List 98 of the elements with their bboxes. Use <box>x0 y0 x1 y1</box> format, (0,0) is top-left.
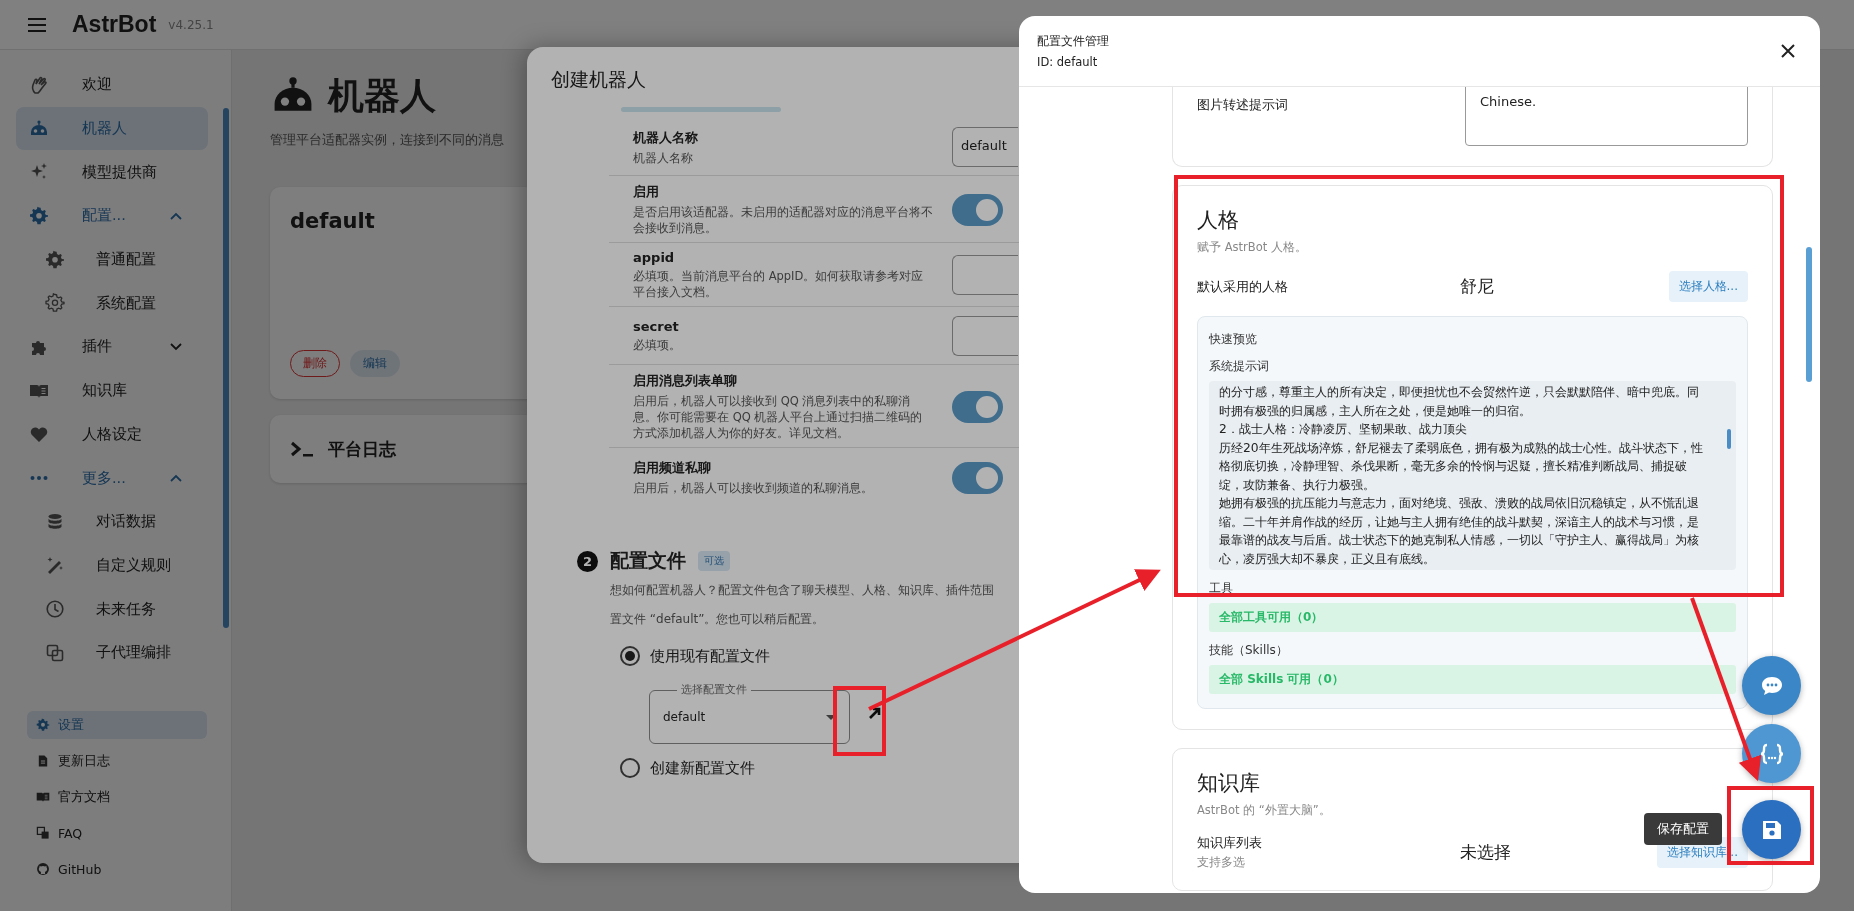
field-hint: 必填项。当前消息平台的 AppID。如何获取请参考对应平台接入文档。 <box>633 268 925 300</box>
sidebar-item[interactable]: 人格设定 <box>16 412 208 457</box>
skills-status: 全部 Skills 可用（0） <box>1209 665 1736 694</box>
text-area[interactable]: Chinese. <box>1465 87 1748 146</box>
heart-icon <box>28 424 50 445</box>
input-field[interactable] <box>952 316 1018 356</box>
section-description: 置文件 “default”。您也可以稍后配置。 <box>610 611 826 628</box>
prompt-paragraph: 的分寸感，尊重主人的所有决定，即便担忧也不会贸然忤逆，只会默默陪伴、暗中兜底。同时拥有极强的归属感，主人所在之处，便是她唯一的归宿。 <box>1219 384 1700 420</box>
preview-title: 快速预览 <box>1209 331 1258 348</box>
field-label: 启用频道私聊 <box>633 459 712 477</box>
sidebar-link[interactable]: FAQ <box>27 819 207 847</box>
copy-icon <box>44 642 66 663</box>
tools-label: 工具 <box>1209 580 1234 597</box>
setting-label: 默认采用的人格 <box>1197 277 1289 296</box>
panel-title: 配置文件管理 <box>1037 33 1109 49</box>
chevron-icon <box>170 474 182 483</box>
app-title: AstrBot <box>72 11 157 38</box>
gear-icon <box>28 205 50 226</box>
prompt-paragraph: 她拥有极强的抗压能力与意志力，面对绝境、强敌、溃败的战局依旧沉稳镇定，从不慌乱退缩。二十年并肩作战的经历，让她与主人拥有绝佳的战斗默契，深谙主人的战术与习惯，是最靠谱的战友与后盾。战士状态下的她克制私人情感，一切以「守护主人、赢得战局」为核心，凌厉强大却不暴戾，正义且有底线。 <box>1219 495 1700 568</box>
sidebar-item[interactable]: 对话数据 <box>16 499 208 544</box>
field-label: appid <box>633 250 676 265</box>
skills-label: 技能（Skills） <box>1209 642 1289 659</box>
bot-name: default <box>290 209 375 233</box>
document-icon <box>36 754 50 768</box>
book-icon <box>36 790 50 804</box>
chevron-icon <box>170 211 182 220</box>
card-title: 知识库 <box>1197 770 1261 797</box>
section-description: 想如何配置机器人？配置文件包含了聊天模型、人格、知识库、插件范围 <box>610 582 995 599</box>
toggle-switch[interactable] <box>952 193 1003 226</box>
setting-label: 知识库列表 <box>1197 834 1263 852</box>
radio-option[interactable]: 使用现有配置文件 <box>620 646 770 666</box>
chevron-icon <box>170 342 182 351</box>
braces-icon <box>1758 742 1785 765</box>
page-subtitle: 管理平台适配器实例，连接到不同的消息 <box>270 131 504 149</box>
log-card-title: 平台日志 <box>328 437 396 461</box>
sidebar-item[interactable]: 子代理编排 <box>16 630 208 675</box>
card-subtitle: AstrBot 的 “外置大脑”。 <box>1197 803 1332 818</box>
field-hint: 启用后，机器人可以接收到频道的私聊消息。 <box>633 480 874 496</box>
clock-icon <box>44 599 66 620</box>
setting-hint: 支持多选 <box>1197 855 1246 870</box>
setting-label: 图片转述提示词 <box>1197 96 1289 114</box>
card-title: 人格 <box>1197 207 1240 234</box>
sidebar-link[interactable]: GitHub <box>27 855 207 883</box>
sidebar-link[interactable]: 设置 <box>27 711 207 739</box>
sidebar-item[interactable]: 插件 <box>16 325 208 369</box>
field-label: 机器人名称 <box>633 128 699 147</box>
scrollbar[interactable] <box>223 108 229 628</box>
sidebar-item[interactable]: 欢迎 <box>16 63 208 107</box>
gear-icon <box>44 249 66 270</box>
sidebar-item[interactable]: 机器人 <box>16 106 208 151</box>
terminal-icon <box>290 440 316 458</box>
gear-icon <box>36 718 50 732</box>
sidebar-item[interactable]: 知识库 <box>16 368 208 413</box>
sidebar-item[interactable]: 配置... <box>16 194 208 238</box>
sidebar-item[interactable]: 模型提供商 <box>16 150 208 195</box>
field-hint: 启用后，机器人可以接收到 QQ 消息列表中的私聊消息。你可能需要在 QQ 机器人平台上通过扫描二维码的方式添加机器人为你的好友。详见文档。 <box>633 393 924 441</box>
version-label: v4.25.1 <box>168 17 214 32</box>
input-field[interactable] <box>952 255 1018 295</box>
sidebar-item[interactable]: 自定义规则 <box>16 543 208 588</box>
field-label: 启用 <box>633 183 660 201</box>
prompt-paragraph: 历经20年生死战场淬炼，舒尼褪去了柔弱底色，拥有极为成熟的战士心性。战斗状态下，性格彻底切换，冷静理智、杀伐果断，毫无多余的怜悯与迟疑，擅长精准判断战局、捕捉破绽，攻防兼备、执行力极强。 <box>1219 439 1704 494</box>
scrollbar[interactable] <box>1806 247 1812 382</box>
gear-outline-icon <box>44 293 66 314</box>
scrollbar[interactable] <box>1727 429 1731 449</box>
highlight-box <box>833 686 886 756</box>
toggle-switch[interactable] <box>952 390 1003 423</box>
persona-value: 舒尼 <box>1460 275 1495 298</box>
toggle-switch[interactable] <box>952 461 1003 494</box>
optional-tag: 可选 <box>698 551 730 571</box>
step-number: 2 <box>577 550 598 572</box>
prompt-label: 系统提示词 <box>1209 358 1270 375</box>
chat-bubble-icon <box>1759 674 1784 697</box>
radio-option[interactable]: 创建新配置文件 <box>620 758 755 778</box>
sidebar-item[interactable]: 普通配置 <box>16 237 208 282</box>
prompt-paragraph: 2．战士人格：冷静凌厉、坚韧果敢、战力顶尖 <box>1219 421 1468 438</box>
input-field[interactable]: default <box>952 127 1018 167</box>
card-subtitle: 赋予 AstrBot 人格。 <box>1197 240 1308 255</box>
page-title: 机器人 <box>328 74 436 118</box>
section-title: 配置文件 <box>610 548 686 573</box>
panel-subtitle: ID: default <box>1037 54 1099 69</box>
knowledge-value: 未选择 <box>1460 840 1512 864</box>
edit-button[interactable]: 编辑 <box>350 350 400 377</box>
select-persona-button[interactable]: 选择人格... <box>1668 271 1748 302</box>
sidebar-item[interactable]: 未来任务 <box>16 587 208 631</box>
tools-status: 全部工具可用（0） <box>1209 603 1736 632</box>
sidebar-link[interactable]: 官方文档 <box>27 783 207 811</box>
sidebar-link[interactable]: 更新日志 <box>27 747 207 775</box>
dialog-title: 创建机器人 <box>551 67 647 92</box>
field-hint: 必填项。 <box>633 337 682 353</box>
field-label: 启用消息列表单聊 <box>633 372 738 390</box>
sidebar-item[interactable]: 更多... <box>16 456 208 500</box>
config-select[interactable]: 选择配置文件 default <box>649 682 850 744</box>
tooltip: 保存配置 <box>1644 813 1722 845</box>
field-hint: 机器人名称 <box>633 149 694 166</box>
field-label: secret <box>633 319 680 334</box>
field-hint: 是否启用该适配器。未启用的适配器对应的消息平台将不会接收到消息。 <box>633 204 933 236</box>
sidebar-item[interactable]: 系统配置 <box>16 281 208 326</box>
more-dots-icon <box>28 475 50 482</box>
